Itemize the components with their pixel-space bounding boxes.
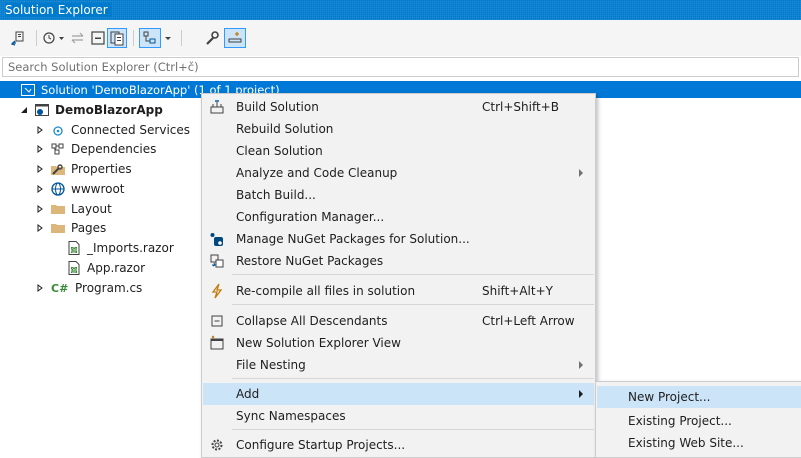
connected-services-icon [50, 122, 66, 138]
tree-item[interactable]: Connected Services [34, 120, 190, 139]
svg-text:@: @ [71, 267, 77, 274]
menu-item-recompile-all[interactable]: Re-compile all files in solution Shift+A… [203, 280, 594, 302]
tree-item[interactable]: Properties [34, 159, 132, 178]
sync-with-active-document-button[interactable] [69, 28, 87, 48]
menu-item-clean-solution[interactable]: Clean Solution [203, 140, 594, 162]
csharp-file-icon: C# [50, 280, 70, 296]
menu-item-add[interactable]: Add [203, 383, 594, 405]
build-icon [209, 99, 225, 115]
tree-item[interactable]: C# Program.cs [34, 278, 142, 297]
project-icon [34, 102, 50, 118]
submenu-item-new-project[interactable]: New Project... [597, 386, 801, 408]
submenu-arrow-icon [579, 169, 583, 177]
submenu-item-existing-web-site[interactable]: Existing Web Site... [597, 432, 801, 454]
tree-item[interactable]: Dependencies [34, 139, 156, 158]
menu-item-file-nesting[interactable]: File Nesting [203, 354, 594, 376]
lightning-icon [209, 283, 225, 299]
sync-arrows-icon [71, 32, 84, 44]
add-submenu: New Project... Existing Project... Exist… [595, 381, 801, 458]
submenu-item-existing-project[interactable]: Existing Project... [597, 410, 801, 432]
menu-item-collapse-all-descendants[interactable]: Collapse All Descendants Ctrl+Left Arrow [203, 310, 594, 332]
context-menu: Build Solution Ctrl+Shift+B Rebuild Solu… [201, 93, 596, 458]
preview-icon [228, 32, 242, 43]
clock-icon [43, 32, 64, 44]
solution-explorer-toolbar [0, 20, 801, 56]
collapsed-arrow-icon[interactable] [34, 144, 46, 153]
search-box[interactable] [2, 57, 799, 77]
collapsed-arrow-icon[interactable] [34, 204, 46, 213]
menu-item-sync-namespaces[interactable]: Sync Namespaces [203, 405, 594, 427]
tree-item-label: Program.cs [75, 280, 143, 295]
search-input[interactable] [3, 58, 798, 76]
folder-icon [50, 201, 66, 217]
collapsed-arrow-icon[interactable] [34, 283, 46, 292]
wrench-folder-icon [50, 161, 66, 177]
tree-item-project[interactable]: DemoBlazorApp [18, 100, 163, 119]
gear-icon [209, 437, 225, 453]
properties-button[interactable] [202, 28, 222, 48]
collapsed-arrow-icon[interactable] [34, 164, 46, 173]
tree-item-label: _Imports.razor [87, 240, 174, 255]
tree-item-label: Dependencies [71, 141, 157, 156]
project-label: DemoBlazorApp [55, 102, 163, 117]
collapsed-arrow-icon[interactable] [34, 184, 46, 193]
menu-item-new-solution-explorer-view[interactable]: New Solution Explorer View [203, 332, 594, 354]
collapse-all-icon [91, 31, 105, 45]
menu-item-build-solution[interactable]: Build Solution Ctrl+Shift+B [203, 96, 594, 118]
wrench-icon [206, 31, 219, 45]
tree-item-label: Connected Services [71, 122, 191, 137]
razor-file-icon: @ [66, 240, 82, 256]
new-view-icon [209, 335, 225, 351]
properties-dropdown-button[interactable] [161, 28, 175, 48]
svg-text:C#: C# [51, 282, 68, 295]
menu-item-configure-startup-projects[interactable]: Configure Startup Projects... [203, 434, 594, 456]
show-all-files-icon [110, 31, 124, 46]
razor-file-icon: @ [66, 260, 82, 276]
globe-icon [50, 181, 66, 197]
tree-item-label: wwwroot [71, 181, 125, 196]
switch-views-icon [10, 31, 24, 46]
menu-item-batch-build[interactable]: Batch Build... [203, 184, 594, 206]
tree-item[interactable]: @ _Imports.razor [50, 238, 174, 257]
menu-item-restore-nuget[interactable]: Restore NuGet Packages [203, 250, 594, 272]
tree-item-label: Pages [71, 220, 107, 235]
nuget-icon [209, 231, 225, 247]
tree-item-label: Layout [71, 201, 112, 216]
tree-properties-icon [143, 31, 156, 44]
menu-item-configuration-manager[interactable]: Configuration Manager... [203, 206, 594, 228]
tree-item[interactable]: wwwroot [34, 179, 125, 198]
tree-item[interactable]: @ App.razor [50, 258, 145, 277]
tree-item-label: Properties [71, 161, 132, 176]
preview-selected-items-button[interactable] [139, 28, 161, 48]
collapse-all-button[interactable] [89, 28, 107, 48]
menu-item-manage-nuget[interactable]: Manage NuGet Packages for Solution... [203, 228, 594, 250]
collapse-icon [209, 313, 225, 329]
chevron-down-icon [165, 37, 171, 40]
expanded-arrow-icon[interactable] [18, 106, 30, 114]
submenu-arrow-icon [579, 361, 583, 369]
menu-item-rebuild-solution[interactable]: Rebuild Solution [203, 118, 594, 140]
tree-item-label: App.razor [87, 260, 146, 275]
collapsed-arrow-icon[interactable] [34, 223, 46, 232]
solution-icon [20, 82, 36, 98]
collapsed-arrow-icon[interactable] [34, 125, 46, 134]
switch-views-button[interactable] [9, 28, 27, 48]
tool-window-title-bar[interactable]: Solution Explorer [0, 0, 801, 20]
tree-item[interactable]: Layout [34, 199, 112, 218]
dependencies-icon [50, 141, 66, 157]
folder-icon [50, 220, 66, 236]
pending-changes-filter-button[interactable] [41, 28, 67, 48]
show-all-files-button[interactable] [107, 28, 127, 48]
svg-text:@: @ [71, 247, 77, 254]
tree-item[interactable]: Pages [34, 218, 106, 237]
restore-packages-icon [209, 253, 225, 269]
tool-window-title: Solution Explorer [5, 3, 112, 17]
submenu-arrow-icon [579, 390, 583, 398]
menu-item-analyze-code-cleanup[interactable]: Analyze and Code Cleanup [203, 162, 594, 184]
preview-button[interactable] [224, 28, 246, 48]
